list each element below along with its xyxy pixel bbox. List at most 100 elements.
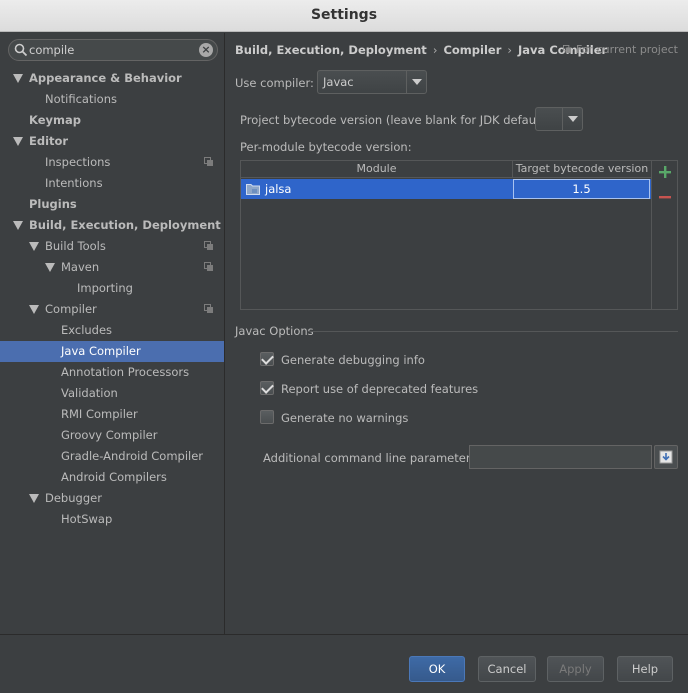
ok-button[interactable]: OK <box>409 656 465 682</box>
tree-item-keymap[interactable]: Keymap <box>0 110 224 131</box>
target-version-cell[interactable]: 1.5 <box>513 179 650 199</box>
settings-sidebar: × Appearance & Behavior Notifications Keym… <box>0 33 225 634</box>
tree-item-notifications[interactable]: Notifications <box>0 89 224 110</box>
javac-options-title: Javac Options <box>235 324 314 338</box>
generate-no-warnings-label[interactable]: Generate no warnings <box>281 411 408 425</box>
table-header: Module Target bytecode version <box>241 161 651 178</box>
bytecode-version-dropdown[interactable] <box>535 107 583 131</box>
tree-item-label: Appearance & Behavior <box>29 71 182 85</box>
use-compiler-dropdown[interactable]: Javac <box>317 70 427 94</box>
tree-item-editor[interactable]: Editor <box>0 131 224 152</box>
tree-item-android-compilers[interactable]: Android Compilers <box>0 467 224 488</box>
expand-arrow-icon[interactable] <box>13 74 23 83</box>
tree-item-gradle-android-compiler[interactable]: Gradle-Android Compiler <box>0 446 224 467</box>
tree-item-build-execution-deployment[interactable]: Build, Execution, Deployment <box>0 215 224 236</box>
tree-item-excludes[interactable]: Excludes <box>0 320 224 341</box>
tree-item-label: Notifications <box>45 92 117 106</box>
expand-arrow-icon[interactable] <box>13 221 23 230</box>
chevron-down-icon[interactable] <box>406 71 426 93</box>
report-deprecated-label[interactable]: Report use of deprecated features <box>281 382 478 396</box>
tree-item-plugins[interactable]: Plugins <box>0 194 224 215</box>
table-row[interactable]: jalsa 1.5 <box>241 179 651 199</box>
chevron-down-icon[interactable] <box>562 108 582 130</box>
tree-item-label: Annotation Processors <box>61 365 190 379</box>
cancel-button[interactable]: Cancel <box>478 656 536 682</box>
table-toolbar <box>651 161 678 309</box>
tree-item-label: Inspections <box>45 155 111 169</box>
tree-item-importing[interactable]: Importing <box>0 278 224 299</box>
tree-item-label: Groovy Compiler <box>61 428 158 442</box>
tree-item-label: Intentions <box>45 176 103 190</box>
generate-debugging-checkbox[interactable] <box>260 352 274 366</box>
tree-item-label: Excludes <box>61 323 113 337</box>
breadcrumb-compiler: Compiler <box>443 43 502 57</box>
window-title: Settings <box>0 0 688 32</box>
tree-item-compiler[interactable]: Compiler <box>0 299 224 320</box>
expand-icon <box>659 450 673 464</box>
tree-item-label: Plugins <box>29 197 77 211</box>
report-deprecated-checkbox[interactable] <box>260 381 274 395</box>
tree-item-intentions[interactable]: Intentions <box>0 173 224 194</box>
expand-arrow-icon[interactable] <box>29 494 39 503</box>
use-compiler-label: Use compiler: <box>235 76 314 90</box>
breadcrumb-separator: › <box>507 43 512 57</box>
tree-item-groovy-compiler[interactable]: Groovy Compiler <box>0 425 224 446</box>
tree-item-hotswap[interactable]: HotSwap <box>0 509 224 530</box>
for-current-project-label: For current project <box>575 43 678 56</box>
apply-button[interactable]: Apply <box>547 656 604 682</box>
tree-item-maven[interactable]: Maven <box>0 257 224 278</box>
per-module-label: Per-module bytecode version: <box>240 140 412 154</box>
tree-item-label: Build Tools <box>45 239 106 253</box>
tree-item-annotation-processors[interactable]: Annotation Processors <box>0 362 224 383</box>
tree-item-label: Maven <box>61 260 100 274</box>
breadcrumb-separator: › <box>432 43 438 57</box>
use-compiler-value: Javac <box>323 75 354 89</box>
tree-item-label: HotSwap <box>61 512 113 526</box>
expand-arrow-icon[interactable] <box>13 137 23 146</box>
tree-item-label: Debugger <box>45 491 102 505</box>
tree-item-label: Keymap <box>29 113 81 127</box>
breadcrumb-build: Build, Execution, Deployment <box>235 43 427 57</box>
expand-arrow-icon[interactable] <box>29 305 39 314</box>
bytecode-version-label: Project bytecode version (leave blank fo… <box>240 113 553 127</box>
tree-item-inspections[interactable]: Inspections <box>0 152 224 173</box>
per-module-table[interactable]: Module Target bytecode version jalsa 1.5 <box>240 160 678 310</box>
tree-item-debugger[interactable]: Debugger <box>0 488 224 509</box>
expand-arrow-icon[interactable] <box>45 263 55 272</box>
remove-icon[interactable] <box>658 190 672 204</box>
expand-arrow-icon[interactable] <box>29 242 39 251</box>
add-icon[interactable] <box>658 165 672 179</box>
tree-item-build-tools[interactable]: Build Tools <box>0 236 224 257</box>
project-scope-icon <box>204 157 213 166</box>
tree-item-label: Gradle-Android Compiler <box>61 449 204 463</box>
search-box[interactable]: × <box>8 39 218 61</box>
tree-item-label: Java Compiler <box>61 344 141 358</box>
search-input[interactable] <box>29 41 199 59</box>
generate-no-warnings-checkbox[interactable] <box>260 410 274 424</box>
tree-item-label: Build, Execution, Deployment <box>29 218 221 232</box>
search-icon <box>14 43 28 57</box>
tree-item-label: Importing <box>77 281 133 295</box>
project-scope-icon <box>562 45 572 54</box>
section-divider <box>308 331 678 332</box>
help-button[interactable]: Help <box>617 656 673 682</box>
tree-item-rmi-compiler[interactable]: RMI Compiler <box>0 404 224 425</box>
column-header-module[interactable]: Module <box>241 161 513 178</box>
project-scope-icon <box>204 304 213 313</box>
column-header-target-version[interactable]: Target bytecode version <box>513 161 651 178</box>
cmdline-params-input[interactable] <box>469 445 652 469</box>
generate-debugging-label[interactable]: Generate debugging info <box>281 353 425 367</box>
project-scope-icon <box>204 241 213 250</box>
tree-item-label: Validation <box>61 386 118 400</box>
tree-item-java-compiler[interactable]: Java Compiler <box>0 341 224 362</box>
clear-search-icon[interactable]: × <box>199 43 213 57</box>
tree-item-label: RMI Compiler <box>61 407 138 421</box>
module-name: jalsa <box>265 182 292 196</box>
tree-item-appearance-behavior[interactable]: Appearance & Behavior <box>0 68 224 89</box>
for-current-project-note: For current project <box>562 43 678 56</box>
expand-field-button[interactable] <box>654 445 678 469</box>
module-cell[interactable]: jalsa <box>241 179 513 199</box>
tree-item-label: Editor <box>29 134 69 148</box>
tree-item-validation[interactable]: Validation <box>0 383 224 404</box>
settings-content: Build, Execution, Deployment › Compiler … <box>226 33 688 634</box>
